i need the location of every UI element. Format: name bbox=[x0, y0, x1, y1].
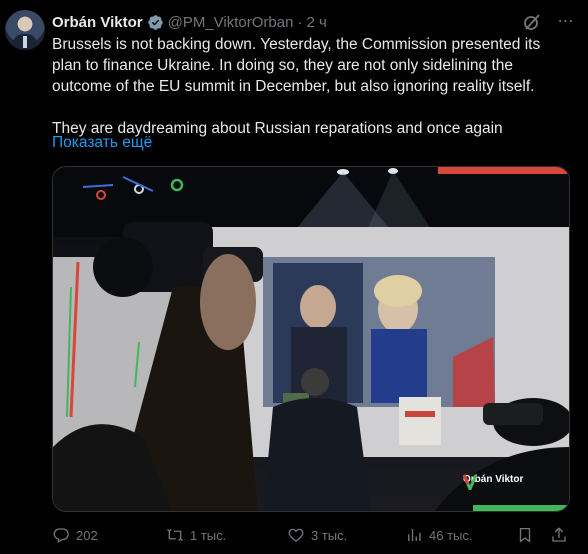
views-icon bbox=[408, 529, 421, 541]
reply-button[interactable]: 202 bbox=[52, 524, 98, 546]
repost-button[interactable]: 1 тыс. bbox=[166, 524, 226, 546]
grok-icon[interactable] bbox=[522, 12, 542, 32]
photo-scene bbox=[53, 167, 569, 511]
verified-badge-icon bbox=[147, 14, 163, 30]
tweet-text: Brussels is not backing down. Yesterday,… bbox=[52, 36, 541, 137]
more-icon[interactable]: ⋯ bbox=[556, 12, 576, 32]
tweet-time[interactable]: 2 ч bbox=[306, 14, 326, 31]
tweet-actions: 202 1 тыс. 3 тыс. 46 тыс. bbox=[52, 524, 572, 546]
media-watermark: Orbán Viktor bbox=[463, 474, 523, 490]
view-count: 46 тыс. bbox=[429, 527, 473, 543]
bookmark-icon bbox=[519, 527, 531, 543]
author-handle[interactable]: @PM_ViktorOrban bbox=[168, 14, 294, 31]
orban-logo-icon bbox=[463, 474, 477, 490]
author-name[interactable]: Orbán Viktor bbox=[52, 14, 143, 31]
bookmark-button[interactable] bbox=[516, 524, 534, 546]
like-count: 3 тыс. bbox=[311, 527, 348, 543]
tweet-photo[interactable]: Orbán Viktor bbox=[52, 166, 570, 512]
share-button[interactable] bbox=[550, 524, 568, 546]
views-button[interactable]: 46 тыс. bbox=[405, 524, 472, 546]
share-icon bbox=[552, 527, 566, 542]
repost-count: 1 тыс. bbox=[190, 527, 227, 543]
repost-icon bbox=[167, 528, 183, 542]
reply-icon bbox=[53, 528, 69, 543]
heart-icon bbox=[288, 528, 304, 542]
reply-count: 202 bbox=[76, 527, 98, 543]
tweet-header: Orbán Viktor @PM_ViktorOrban · 2 ч bbox=[52, 12, 327, 32]
separator-dot: · bbox=[297, 13, 303, 31]
author-avatar[interactable] bbox=[5, 10, 45, 50]
show-more-link[interactable]: Показать ещё bbox=[52, 134, 152, 152]
like-button[interactable]: 3 тыс. bbox=[287, 524, 347, 546]
